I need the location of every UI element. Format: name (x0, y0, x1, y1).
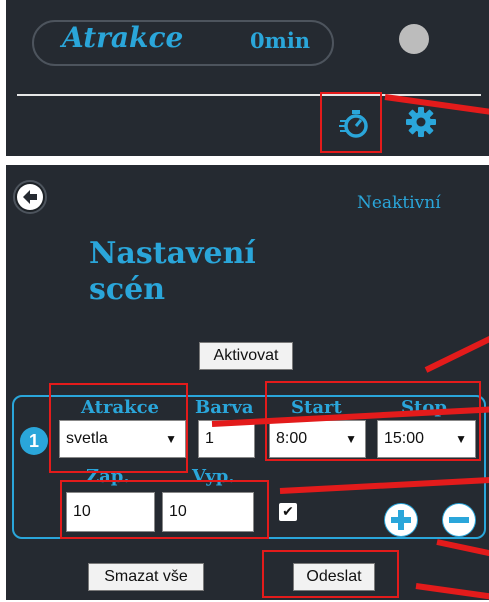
stop-time-value: 15:00 (384, 430, 425, 447)
activate-button[interactable]: Aktivovat (199, 342, 293, 370)
off-label: Vyp. (192, 466, 235, 487)
stop-time-select[interactable]: 15:00 ▼ (377, 420, 476, 458)
page-title: Nastavení scén (89, 236, 256, 307)
clear-all-button[interactable]: Smazat vše (88, 563, 204, 591)
color-label: Barva (195, 397, 254, 418)
attraction-select[interactable]: svetla ▼ (59, 420, 186, 458)
off-duration-field[interactable]: 10 (162, 492, 254, 532)
minus-icon (443, 504, 475, 536)
chevron-down-icon: ▼ (165, 432, 177, 446)
attraction-label: Atrakce (81, 397, 159, 418)
remove-row-button[interactable] (442, 503, 476, 537)
back-button[interactable] (13, 180, 47, 214)
on-duration-field[interactable]: 10 (66, 492, 155, 532)
row-number: 1 (20, 427, 48, 455)
chevron-down-icon: ▼ (455, 432, 467, 446)
start-time-select[interactable]: 8:00 ▼ (269, 420, 366, 458)
gear-icon[interactable] (405, 106, 437, 138)
chevron-down-icon: ▼ (345, 432, 357, 446)
timer-icon[interactable] (338, 108, 370, 140)
send-button[interactable]: Odeslat (293, 563, 375, 591)
status-indicator (399, 24, 429, 54)
enabled-checkbox[interactable]: ✔ (279, 503, 297, 521)
divider (17, 94, 481, 96)
arrow-left-icon (17, 184, 43, 210)
status-text: Neaktivní (357, 193, 441, 213)
on-label: Zap. (86, 466, 130, 487)
attraction-time: 0min (250, 28, 311, 53)
attraction-title: Atrakce (62, 21, 184, 54)
plus-icon (385, 504, 417, 536)
attraction-select-value: svetla (66, 430, 108, 447)
add-row-button[interactable] (384, 503, 418, 537)
start-time-value: 8:00 (276, 430, 308, 447)
